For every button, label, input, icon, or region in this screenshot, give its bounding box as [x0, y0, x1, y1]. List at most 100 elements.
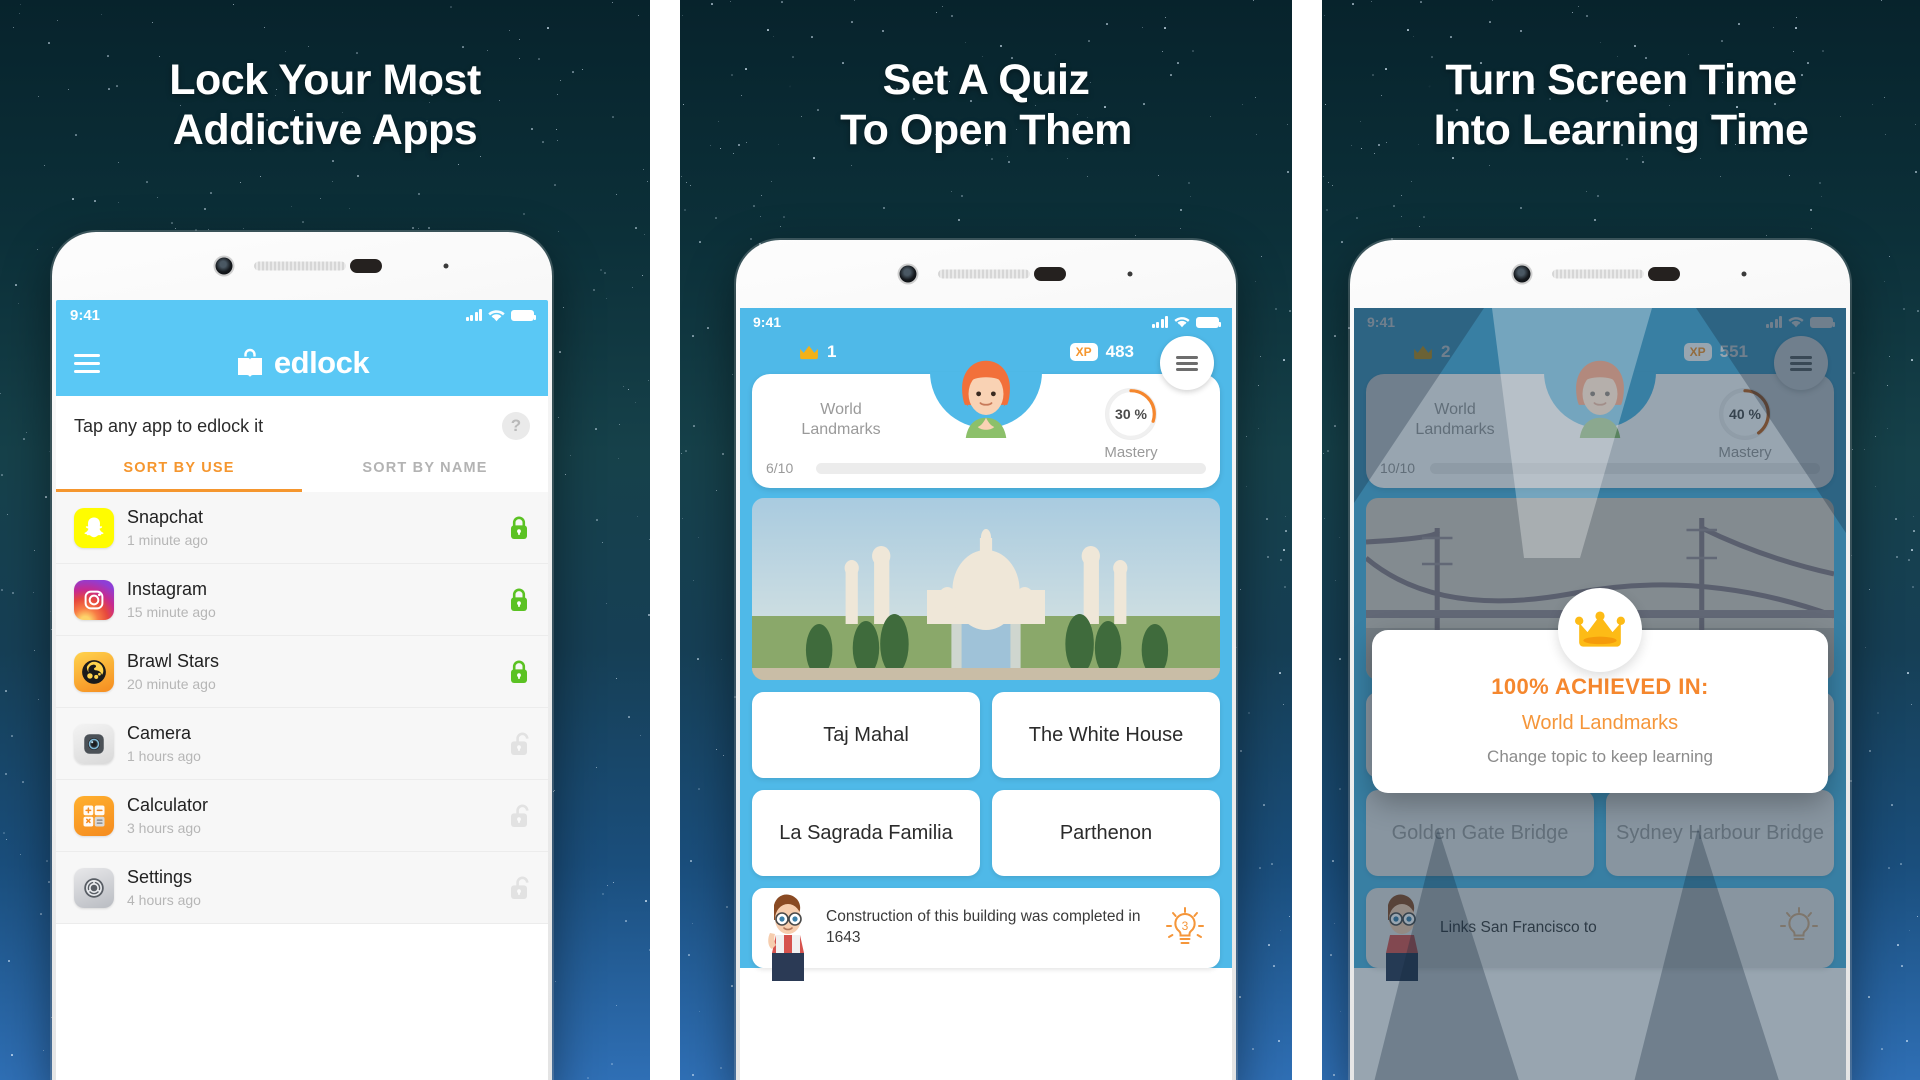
headline-line-2: Addictive Apps [172, 105, 478, 154]
instruction-row: Tap any app to edlock it ? [56, 396, 548, 446]
tab-sort-by-name[interactable]: SORT BY NAME [302, 446, 548, 492]
answer-option[interactable]: Parthenon [992, 790, 1220, 876]
app-list-item[interactable]: Camera 1 hours ago [56, 708, 548, 780]
xp-value: 483 [1105, 342, 1134, 361]
proximity-sensor-icon [1034, 267, 1066, 281]
hint-bar[interactable]: Construction of this building was comple… [752, 888, 1220, 981]
instagram-icon [74, 579, 114, 620]
panel-2-headline: Set A Quiz To Open Them [680, 0, 1292, 156]
panel-divider-2 [1292, 0, 1322, 1080]
panel-3-headline: Turn Screen Time Into Learning Time [1322, 0, 1920, 156]
sort-tabs: SORT BY USE SORT BY NAME [56, 446, 548, 492]
lock-open-icon[interactable] [508, 875, 530, 901]
app-name: Settings [127, 867, 193, 888]
crown-icon [1575, 611, 1625, 647]
panel-learning-time: Turn Screen Time Into Learning Time 9:41 [1322, 0, 1920, 1080]
phone-top-bezel [1350, 240, 1850, 308]
panel-divider-1 [650, 0, 680, 1080]
app-name: Brawl Stars [127, 651, 220, 672]
brawl-stars-icon [74, 651, 114, 692]
status-time: 9:41 [753, 314, 782, 330]
signal-bars-icon [465, 309, 482, 321]
status-icons [1151, 316, 1221, 328]
phone-2-screen: 9:41 1 XP 483 World Landmarks 30 % Maste… [740, 308, 1232, 1080]
lock-closed-icon[interactable] [508, 587, 530, 613]
app-list-item[interactable]: Instagram 15 minute ago [56, 564, 548, 636]
crown-count: 1 [827, 342, 837, 361]
panel-1-headline: Lock Your Most Addictive Apps [0, 0, 650, 156]
app-last-used: 3 hours ago [127, 819, 201, 836]
earpiece-speaker-icon [254, 261, 346, 271]
lock-closed-icon[interactable] [508, 659, 530, 685]
app-meta: Brawl Stars 20 minute ago [127, 651, 495, 692]
status-bar: 9:41 [56, 300, 548, 330]
app-last-used: 1 minute ago [127, 531, 208, 548]
quiz-body: 1 XP 483 World Landmarks 30 % Mastery 6/… [740, 336, 1232, 981]
question-photo [752, 498, 1220, 680]
camera-icon [74, 723, 114, 764]
lock-open-icon[interactable] [508, 803, 530, 829]
achievement-crown-badge [1558, 588, 1642, 672]
progress-track [816, 462, 1206, 474]
status-bar: 9:41 [740, 308, 1232, 336]
status-icons [465, 309, 536, 322]
brand-name: edlock [273, 345, 370, 380]
earpiece-speaker-icon [1552, 269, 1644, 279]
headline-line-2: Into Learning Time [1433, 105, 1809, 154]
app-list-item[interactable]: Snapchat 1 minute ago [56, 492, 548, 564]
app-list-item[interactable]: Calculator 3 hours ago [56, 780, 548, 852]
app-list-item[interactable]: Settings 4 hours ago [56, 852, 548, 924]
xp-badge: XP [1069, 343, 1098, 361]
progress-card: World Landmarks 30 % Mastery 6/10 [752, 360, 1220, 488]
earpiece-speaker-icon [938, 269, 1030, 279]
screenshot-root: Lock Your Most Addictive Apps 9:41 edloc… [0, 0, 1920, 1080]
instruction-text: Tap any app to edlock it [74, 415, 264, 436]
app-name: Camera [127, 723, 192, 744]
settings-icon [74, 867, 114, 908]
mastery-ring-arc [1106, 389, 1156, 439]
help-icon[interactable]: ? [502, 412, 530, 440]
calculator-icon [74, 795, 114, 836]
xp-counter: XP 483 [1069, 342, 1134, 362]
battery-icon [511, 309, 536, 321]
app-last-used: 15 minute ago [127, 603, 216, 620]
app-list: Snapchat 1 minute ago Instagram 15 minut… [56, 492, 548, 924]
progress-text: 6/10 [766, 460, 794, 476]
answer-option[interactable]: Taj Mahal [752, 692, 980, 778]
app-list-item[interactable]: Brawl Stars 20 minute ago [56, 636, 548, 708]
topic-label: World Landmarks [801, 401, 881, 438]
book-lock-icon [237, 348, 262, 377]
panel-set-quiz: Set A Quiz To Open Them 9:41 1 XP 483 Wo… [680, 0, 1292, 1080]
crown-counter: 1 [798, 342, 836, 362]
hamburger-menu-icon[interactable] [1160, 336, 1214, 390]
mastery-block: 30 % Mastery [1056, 384, 1206, 461]
headline-line-1: Lock Your Most [169, 56, 481, 104]
boy-mascot-icon [768, 894, 804, 981]
app-bar: edlock [56, 330, 548, 396]
app-name: Instagram [127, 579, 208, 600]
signal-bars-icon [1151, 316, 1168, 328]
battery-icon [1196, 316, 1221, 328]
app-last-used: 20 minute ago [127, 675, 216, 692]
proximity-sensor-icon [1648, 267, 1680, 281]
status-time: 9:41 [70, 306, 101, 324]
app-meta: Instagram 15 minute ago [127, 579, 495, 620]
proximity-sensor-icon [350, 259, 382, 273]
tab-sort-by-use[interactable]: SORT BY USE [56, 446, 302, 492]
mastery-label: Mastery [1104, 444, 1158, 461]
front-camera-icon [215, 257, 233, 275]
phone-top-bezel [52, 232, 552, 300]
wifi-icon [1174, 317, 1190, 328]
lock-closed-icon[interactable] [508, 515, 530, 541]
achievement-modal: 100% ACHIEVED IN: World Landmarks Change… [1372, 588, 1828, 793]
lock-open-icon[interactable] [508, 731, 530, 757]
brand-lockup: edlock [56, 330, 548, 396]
lightbulb-icon[interactable]: 3 [1164, 905, 1206, 951]
headline-line-1: Turn Screen Time [1445, 56, 1797, 104]
answer-option[interactable]: La Sagrada Familia [752, 790, 980, 876]
mastery-ring: 30 % [1105, 388, 1157, 440]
phone-mockup-3: 9:41 2 XP 551 World Landmarks 40 % Maste… [1350, 240, 1850, 1080]
answer-option[interactable]: The White House [992, 692, 1220, 778]
app-meta: Calculator 3 hours ago [127, 795, 495, 836]
phone-1-screen: 9:41 edlock Tap any app to edlock it ? S… [56, 300, 548, 1080]
